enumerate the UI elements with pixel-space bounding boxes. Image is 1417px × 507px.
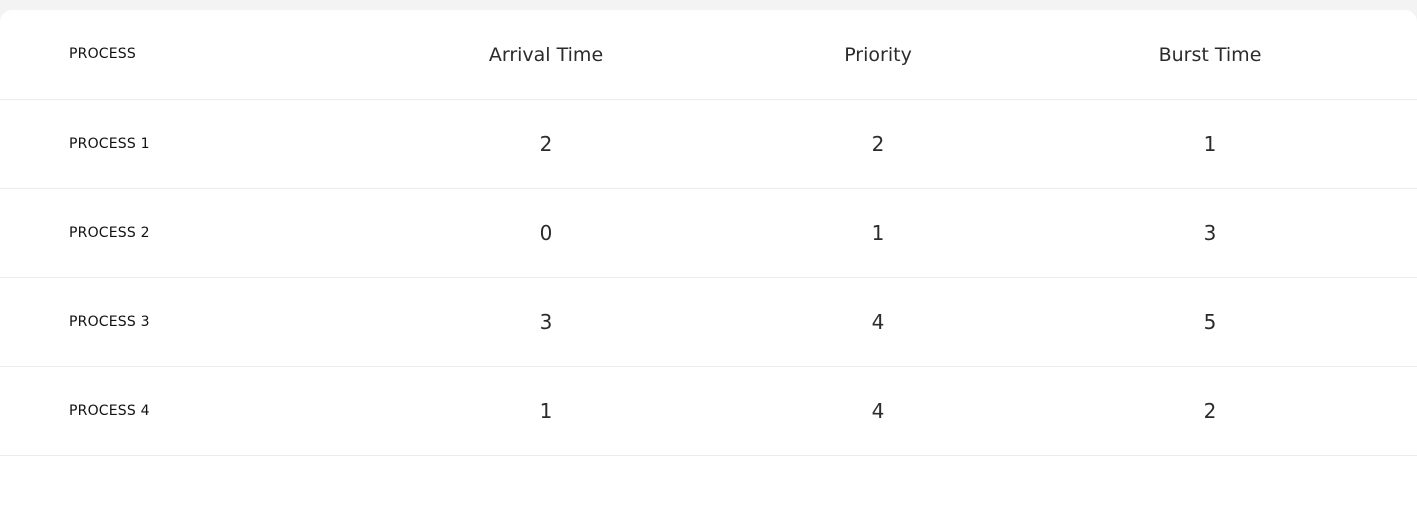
burst-time-cell: 5 xyxy=(1044,277,1376,367)
process-name-cell: PROCESS 2 xyxy=(0,188,380,278)
header-spacer xyxy=(1376,10,1417,100)
row-spacer xyxy=(1376,99,1417,189)
row-spacer xyxy=(1376,366,1417,456)
priority-cell: 2 xyxy=(712,99,1044,189)
burst-time-cell: 3 xyxy=(1044,188,1376,278)
priority-cell: 4 xyxy=(712,366,1044,456)
header-priority: Priority xyxy=(712,10,1044,100)
row-spacer xyxy=(1376,277,1417,367)
header-arrival-time: Arrival Time xyxy=(380,10,712,100)
header-burst-time: Burst Time xyxy=(1044,10,1376,100)
arrival-time-cell: 1 xyxy=(380,366,712,456)
header-process: PROCESS xyxy=(0,10,380,100)
burst-time-cell: 1 xyxy=(1044,99,1376,189)
table-row: PROCESS 1 2 2 1 xyxy=(0,99,1417,189)
burst-time-cell: 2 xyxy=(1044,366,1376,456)
table-row: PROCESS 3 3 4 5 xyxy=(0,277,1417,367)
table-header-row: PROCESS Arrival Time Priority Burst Time xyxy=(0,10,1417,100)
table-row: PROCESS 2 0 1 3 xyxy=(0,188,1417,278)
process-name-cell: PROCESS 3 xyxy=(0,277,380,367)
arrival-time-cell: 0 xyxy=(380,188,712,278)
priority-cell: 1 xyxy=(712,188,1044,278)
arrival-time-cell: 2 xyxy=(380,99,712,189)
process-table-card: PROCESS Arrival Time Priority Burst Time… xyxy=(0,10,1417,507)
process-name-cell: PROCESS 4 xyxy=(0,366,380,456)
row-spacer xyxy=(1376,188,1417,278)
process-table: PROCESS Arrival Time Priority Burst Time… xyxy=(0,10,1417,456)
table-row: PROCESS 4 1 4 2 xyxy=(0,366,1417,456)
priority-cell: 4 xyxy=(712,277,1044,367)
arrival-time-cell: 3 xyxy=(380,277,712,367)
process-name-cell: PROCESS 1 xyxy=(0,99,380,189)
